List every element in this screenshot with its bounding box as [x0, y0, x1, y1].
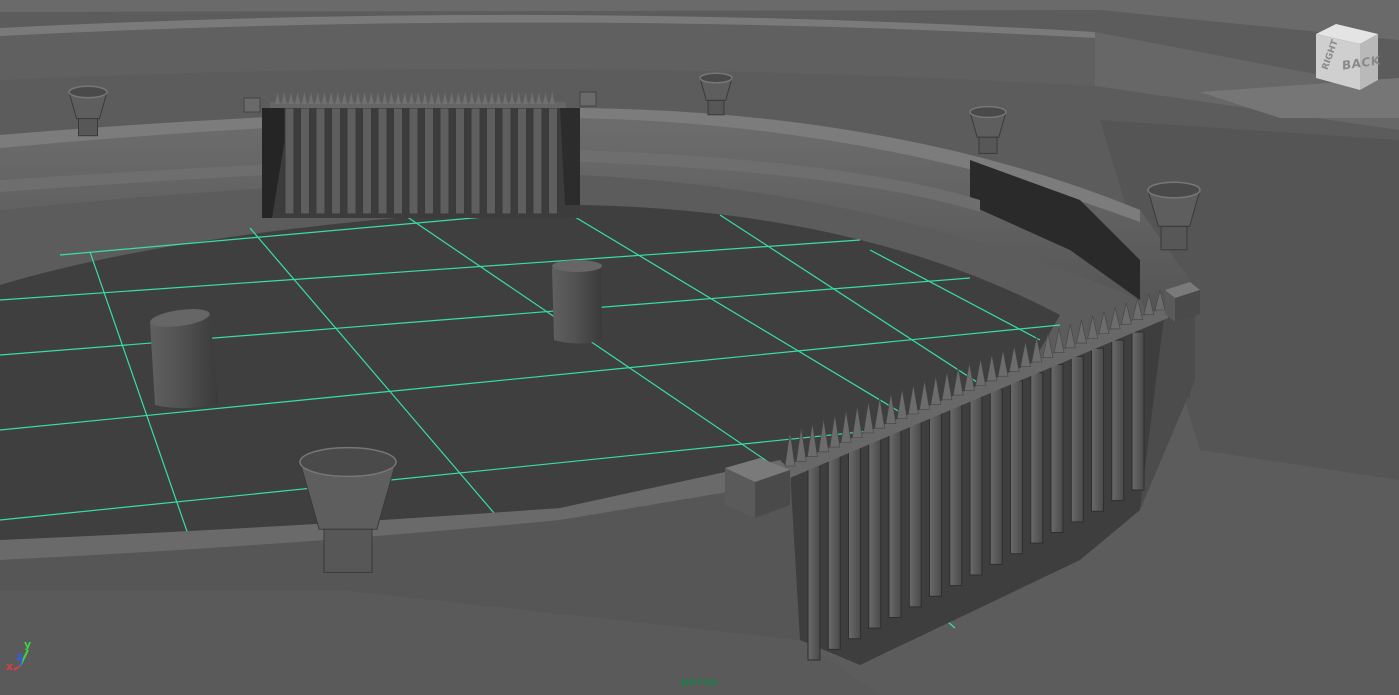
fence-bar [807, 461, 821, 661]
gate-bar [393, 107, 403, 215]
gate-bar [315, 107, 326, 215]
cylinder-center [552, 260, 602, 344]
fence-bar [1070, 355, 1084, 523]
fence-bar [908, 420, 922, 608]
gate-bar [424, 107, 434, 215]
fence-bar [868, 437, 882, 629]
fence-bar [1050, 364, 1064, 533]
gate-bar [548, 107, 558, 215]
gate-bar [470, 107, 481, 215]
cylinder-left [150, 309, 218, 409]
scene-render [0, 0, 1399, 695]
fence-bar [969, 396, 983, 576]
camera-name-label: persp [681, 675, 718, 688]
axis-y-label: y [24, 638, 32, 651]
gate-bar [532, 107, 543, 215]
fence-bar [929, 412, 942, 597]
gate-bar [408, 107, 419, 215]
gate-bar [377, 107, 388, 215]
perspective-viewport[interactable]: BACK RIGHT y z x persp [0, 0, 1399, 695]
fence-bar [1131, 331, 1145, 491]
axis-x-label: x [6, 660, 14, 673]
fence-bar [1010, 380, 1023, 555]
fence-bar [1091, 347, 1104, 512]
gate-post-right [579, 91, 597, 107]
axis-z-label: z [16, 650, 23, 663]
gate-bar [346, 107, 357, 215]
axis-gizmo-icon: y z x [6, 638, 40, 674]
fence-bar [949, 404, 963, 587]
fence-bar [1111, 339, 1125, 502]
gate-bar [517, 107, 527, 215]
fence-bar [848, 445, 861, 640]
gate-bar [486, 107, 496, 215]
fence-bar [989, 388, 1003, 565]
gate-post-left [243, 97, 261, 113]
fence-bar [888, 429, 902, 618]
gate-bar [362, 107, 372, 215]
gate-bar [300, 107, 310, 215]
gate-bar [455, 107, 465, 215]
fence-bar [827, 453, 841, 650]
gate-bar [284, 107, 295, 215]
fence-bar [1030, 372, 1044, 544]
gate-bar [501, 107, 512, 215]
gate-bar [439, 107, 450, 215]
gate-bar [331, 107, 341, 215]
